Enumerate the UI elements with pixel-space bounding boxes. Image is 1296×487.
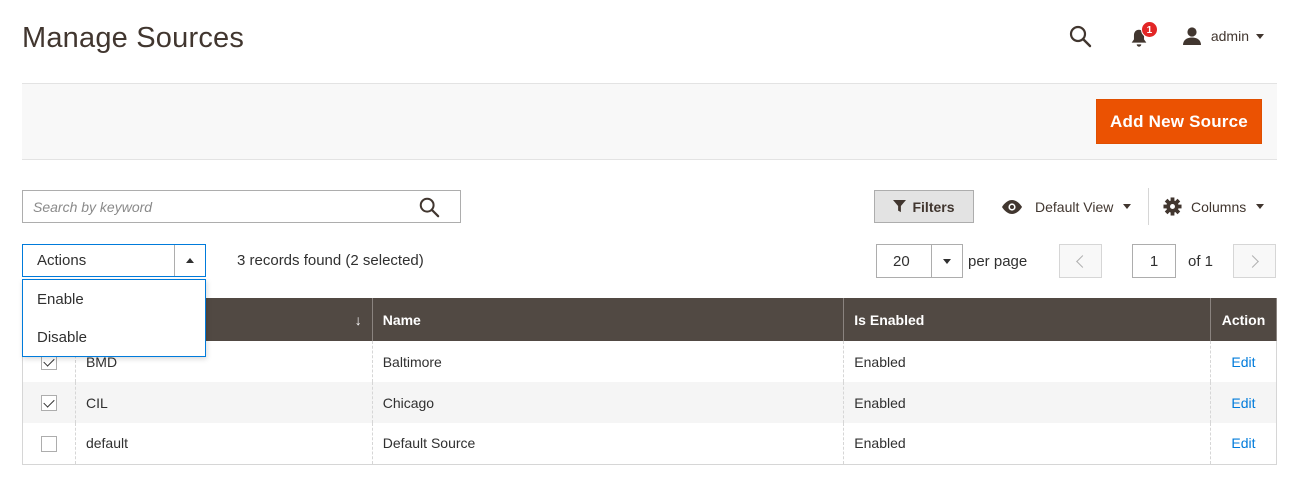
page-number-field bbox=[1132, 244, 1176, 278]
mass-actions-dropdown[interactable]: Actions bbox=[22, 244, 206, 277]
row-checkbox[interactable] bbox=[40, 395, 57, 412]
view-switcher[interactable]: Default View bbox=[1000, 190, 1132, 223]
column-header-name[interactable]: Name bbox=[371, 298, 845, 341]
user-name: admin bbox=[1210, 28, 1249, 44]
per-page-select[interactable]: 20 bbox=[876, 244, 963, 278]
table-row: default Default Source Enabled Edit bbox=[22, 423, 1278, 465]
records-count: 3 records found (2 selected) bbox=[237, 252, 424, 269]
search-input[interactable] bbox=[23, 191, 460, 222]
per-page-value: 20 bbox=[893, 252, 910, 270]
column-header-is-enabled[interactable]: Is Enabled bbox=[843, 298, 1211, 341]
cell-name: Baltimore bbox=[371, 341, 845, 382]
user-icon bbox=[1182, 27, 1201, 45]
chevron-down-icon bbox=[1123, 204, 1132, 209]
page-number-input[interactable] bbox=[1133, 245, 1175, 277]
mass-actions-label: Actions bbox=[37, 252, 87, 269]
page-total: of 1 bbox=[1188, 253, 1214, 270]
previous-page-button[interactable] bbox=[1059, 244, 1102, 278]
chevron-up-icon[interactable] bbox=[174, 245, 205, 276]
notification-badge: 1 bbox=[1140, 21, 1158, 38]
sources-grid: ↓ Name Is Enabled Action BMD Baltimore E… bbox=[22, 298, 1278, 465]
chevron-right-icon bbox=[1246, 254, 1259, 268]
cell-code: default bbox=[74, 423, 373, 465]
chevron-down-icon[interactable] bbox=[931, 245, 962, 277]
cell-name: Chicago bbox=[371, 382, 845, 423]
chevron-down-icon bbox=[1256, 204, 1265, 209]
menu-item-enable[interactable]: Enable bbox=[23, 281, 205, 319]
next-page-button[interactable] bbox=[1233, 244, 1276, 278]
columns-label: Columns bbox=[1191, 198, 1247, 215]
chevron-left-icon bbox=[1076, 254, 1089, 268]
columns-switcher[interactable]: Columns bbox=[1163, 190, 1265, 223]
sort-indicator: ↓ bbox=[354, 311, 362, 328]
chevron-down-icon bbox=[1256, 33, 1264, 39]
row-checkbox[interactable] bbox=[40, 435, 57, 452]
table-row: CIL Chicago Enabled Edit bbox=[22, 382, 1278, 423]
funnel-icon bbox=[893, 200, 907, 213]
cell-code: CIL bbox=[74, 382, 373, 423]
search-icon[interactable] bbox=[1068, 24, 1092, 48]
toolbar-divider bbox=[1148, 188, 1149, 225]
column-header-action: Action bbox=[1209, 298, 1278, 341]
notifications-button[interactable]: 1 bbox=[1128, 21, 1158, 48]
table-row: BMD Baltimore Enabled Edit bbox=[22, 341, 1278, 382]
filters-button[interactable]: Filters bbox=[874, 190, 974, 223]
page-title: Manage Sources bbox=[22, 22, 245, 54]
view-label: Default View bbox=[1035, 198, 1114, 215]
per-page-label: per page bbox=[968, 253, 1028, 270]
page-actions-bar: Add New Source bbox=[22, 83, 1277, 160]
gear-icon bbox=[1163, 197, 1182, 216]
edit-link[interactable]: Edit bbox=[1231, 435, 1255, 451]
search-icon[interactable] bbox=[418, 196, 440, 218]
cell-name: Default Source bbox=[371, 423, 845, 465]
cell-is-enabled: Enabled bbox=[843, 423, 1211, 465]
add-new-source-button[interactable]: Add New Source bbox=[1096, 99, 1262, 144]
grid-header-row: ↓ Name Is Enabled Action bbox=[22, 298, 1278, 341]
eye-icon bbox=[1002, 199, 1022, 214]
header-actions: 1 admin bbox=[1068, 21, 1264, 50]
search-field bbox=[22, 190, 461, 223]
mass-actions-menu: Enable Disable bbox=[22, 279, 206, 357]
cell-is-enabled: Enabled bbox=[843, 382, 1211, 423]
user-menu[interactable]: admin bbox=[1182, 26, 1264, 46]
cell-is-enabled: Enabled bbox=[843, 341, 1211, 382]
edit-link[interactable]: Edit bbox=[1231, 395, 1255, 411]
filters-label: Filters bbox=[912, 198, 955, 215]
edit-link[interactable]: Edit bbox=[1231, 354, 1255, 370]
menu-item-disable[interactable]: Disable bbox=[23, 319, 205, 357]
